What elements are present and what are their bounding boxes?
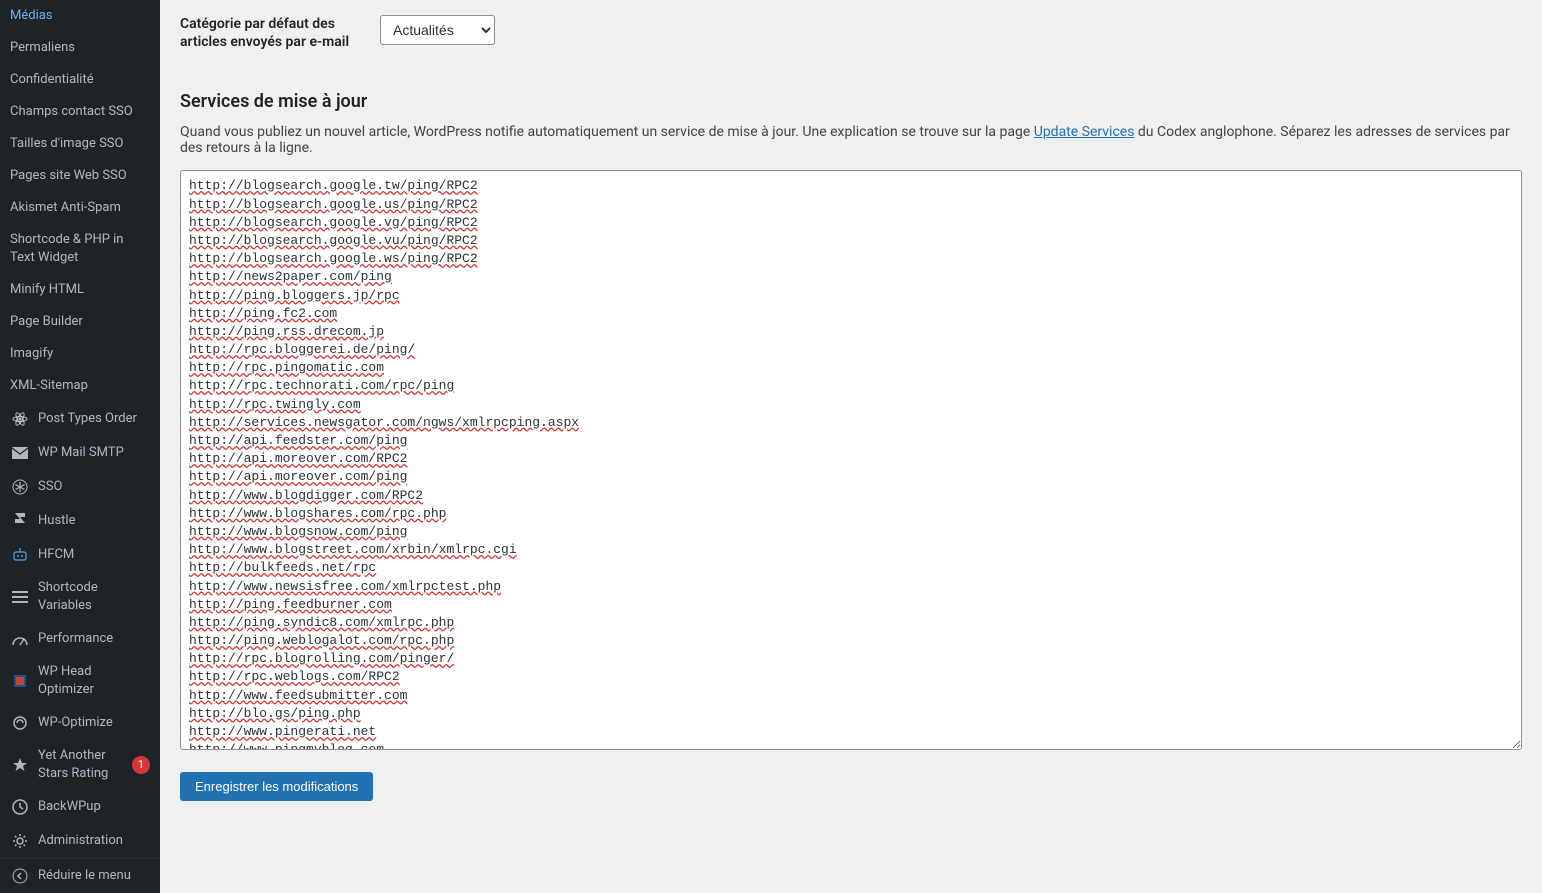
sidebar-item-label: SSO — [38, 478, 62, 496]
sidebar-item-hfcm[interactable]: HFCM — [0, 538, 160, 572]
collapse-arrow-icon — [10, 866, 30, 886]
admin-sidebar: Médias Permaliens Confidentialité Champs… — [0, 0, 160, 893]
sidebar-item-label: Minify HTML — [10, 281, 84, 299]
main-content: Catégorie par défaut des articles envoyé… — [160, 0, 1542, 893]
star-icon — [10, 755, 30, 775]
category-label: Catégorie par défaut des articles envoyé… — [180, 15, 380, 51]
sidebar-item-label: Shortcode Variables — [38, 579, 150, 615]
sidebar-item-yasr[interactable]: Yet Another Stars Rating 1 — [0, 740, 160, 790]
sidebar-item-label: Akismet Anti-Spam — [10, 199, 121, 217]
sidebar-item-label: Confidentialité — [10, 71, 94, 89]
sidebar-item-wp-optimize[interactable]: WP-Optimize — [0, 706, 160, 740]
hustle-icon — [10, 511, 30, 531]
sidebar-item-label: Hustle — [38, 512, 75, 530]
sidebar-item-label: WP Head Optimizer — [38, 663, 150, 699]
category-select[interactable]: Actualités — [380, 15, 495, 45]
category-row: Catégorie par défaut des articles envoyé… — [180, 0, 1522, 66]
sidebar-item-confidentialite[interactable]: Confidentialité — [0, 64, 160, 96]
sidebar-item-label: Médias — [10, 7, 53, 25]
sidebar-item-label: Shortcode & PHP in Text Widget — [10, 231, 150, 267]
sidebar-item-backwpup[interactable]: BackWPup — [0, 790, 160, 824]
sidebar-item-champs-contact-sso[interactable]: Champs contact SSO — [0, 96, 160, 128]
sidebar-item-label: Administration — [38, 832, 123, 850]
sidebar-collapse-label: Réduire le menu — [38, 867, 131, 885]
sidebar-item-permaliens[interactable]: Permaliens — [0, 32, 160, 64]
sidebar-item-shortcode-php[interactable]: Shortcode & PHP in Text Widget — [0, 224, 160, 274]
sidebar-item-label: Tailles d'image SSO — [10, 135, 123, 153]
sidebar-item-wp-mail-smtp[interactable]: WP Mail SMTP — [0, 436, 160, 470]
sidebar-item-minify-html[interactable]: Minify HTML — [0, 274, 160, 306]
desc-prefix: Quand vous publiez un nouvel article, Wo… — [180, 124, 1034, 140]
sidebar-item-shortcode-variables[interactable]: Shortcode Variables — [0, 572, 160, 622]
sidebar-item-xml-sitemap[interactable]: XML-Sitemap — [0, 370, 160, 402]
wp-head-icon — [10, 671, 30, 691]
sidebar-item-label: Post Types Order — [38, 410, 137, 428]
update-services-textarea[interactable] — [180, 170, 1522, 750]
optimize-icon — [10, 713, 30, 733]
sidebar-item-label: XML-Sitemap — [10, 377, 88, 395]
sidebar-item-wp-head-optimizer[interactable]: WP Head Optimizer — [0, 656, 160, 706]
section-description: Quand vous publiez un nouvel article, Wo… — [180, 124, 1522, 156]
sidebar-item-label: Pages site Web SSO — [10, 167, 127, 185]
sidebar-item-page-builder[interactable]: Page Builder — [0, 306, 160, 338]
sidebar-item-post-types-order[interactable]: Post Types Order — [0, 402, 160, 436]
sidebar-item-performance[interactable]: Performance — [0, 622, 160, 656]
sidebar-item-administration[interactable]: Administration — [0, 824, 160, 858]
sidebar-item-label: Permaliens — [10, 39, 75, 57]
mail-icon — [10, 443, 30, 463]
sidebar-item-label: Yet Another Stars Rating — [38, 747, 127, 783]
atom-icon — [10, 409, 30, 429]
sidebar-item-hustle[interactable]: Hustle — [0, 504, 160, 538]
sidebar-item-medias[interactable]: Médias — [0, 0, 160, 32]
section-title: Services de mise à jour — [180, 91, 1522, 112]
update-services-link[interactable]: Update Services — [1034, 124, 1135, 140]
sidebar-item-label: WP-Optimize — [38, 714, 113, 732]
backup-icon — [10, 797, 30, 817]
gear-icon — [10, 831, 30, 851]
gauge-icon — [10, 629, 30, 649]
list-icon — [10, 587, 30, 607]
sidebar-item-label: Page Builder — [10, 313, 83, 331]
sidebar-item-label: Performance — [38, 630, 113, 648]
sidebar-item-label: Champs contact SSO — [10, 103, 133, 121]
sidebar-item-label: BackWPup — [38, 798, 101, 816]
sidebar-item-pages-site-web-sso[interactable]: Pages site Web SSO — [0, 160, 160, 192]
sidebar-item-label: HFCM — [38, 546, 74, 564]
sidebar-item-imagify[interactable]: Imagify — [0, 338, 160, 370]
sidebar-item-label: WP Mail SMTP — [38, 444, 124, 462]
sidebar-item-sso[interactable]: SSO — [0, 470, 160, 504]
sidebar-item-tailles-image-sso[interactable]: Tailles d'image SSO — [0, 128, 160, 160]
notification-badge: 1 — [132, 756, 150, 774]
save-button[interactable]: Enregistrer les modifications — [180, 772, 373, 801]
sidebar-item-label: Imagify — [10, 345, 53, 363]
robot-icon — [10, 545, 30, 565]
sidebar-item-akismet[interactable]: Akismet Anti-Spam — [0, 192, 160, 224]
asterisk-icon — [10, 477, 30, 497]
sidebar-collapse[interactable]: Réduire le menu — [0, 858, 160, 893]
